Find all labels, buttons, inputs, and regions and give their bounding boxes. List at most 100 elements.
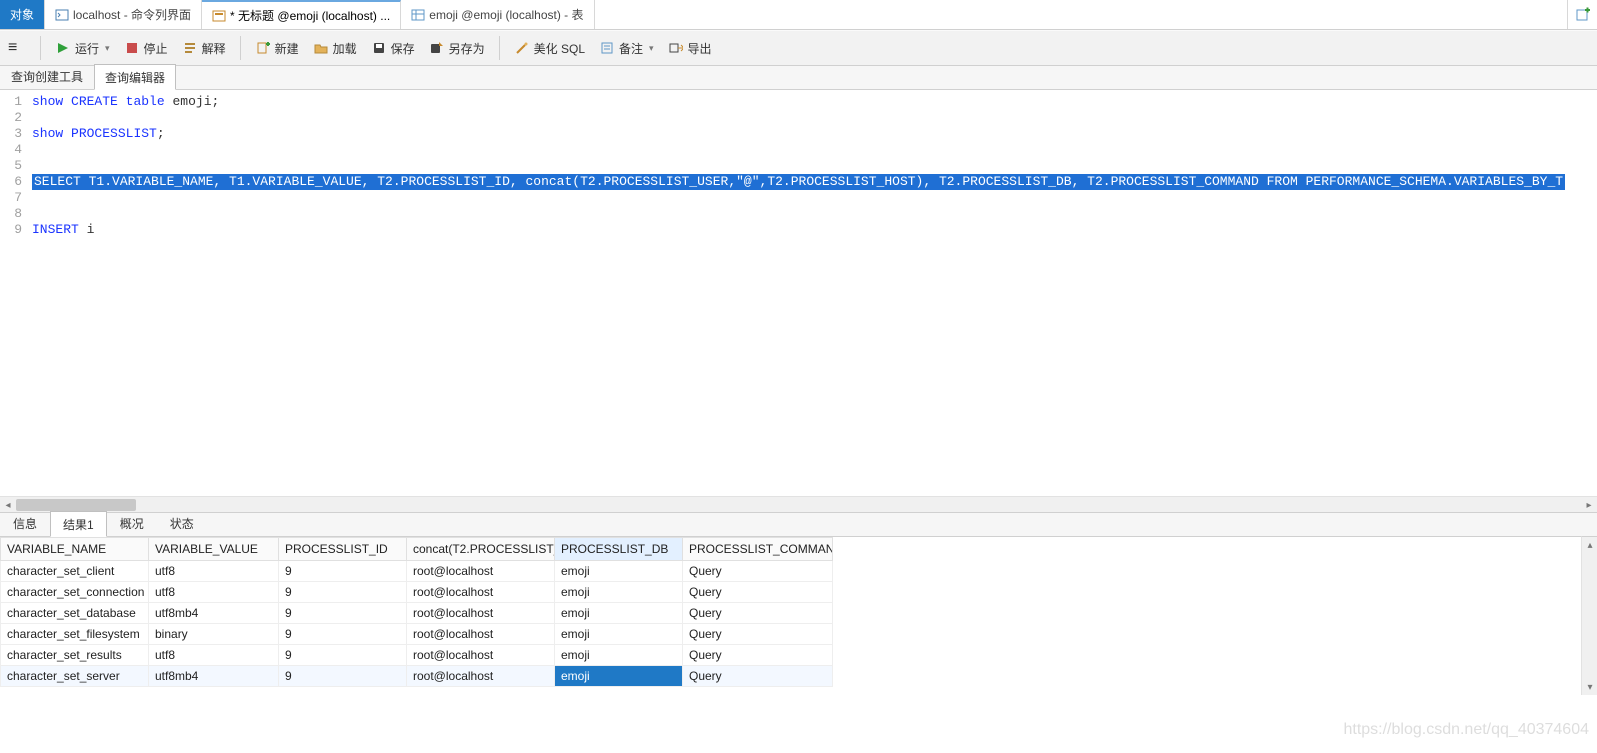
table-cell[interactable]: character_set_client (1, 561, 149, 582)
column-header[interactable]: PROCESSLIST_ID (279, 538, 407, 561)
column-header[interactable]: VARIABLE_VALUE (149, 538, 279, 561)
table-cell[interactable]: 9 (279, 666, 407, 687)
new-button[interactable]: 新建 (249, 37, 305, 60)
table-cell[interactable]: Query (683, 603, 833, 624)
load-button[interactable]: 加载 (307, 37, 363, 60)
table-cell[interactable]: character_set_connection (1, 582, 149, 603)
save-as-button[interactable]: 另存为 (423, 37, 491, 60)
stop-icon (124, 40, 140, 56)
table-cell[interactable]: 9 (279, 603, 407, 624)
save-button[interactable]: 保存 (365, 37, 421, 60)
scroll-left-arrow-icon[interactable]: ◂ (0, 497, 16, 513)
table-cell[interactable]: root@localhost (407, 624, 555, 645)
table-row[interactable]: character_set_serverutf8mb49root@localho… (1, 666, 833, 687)
tab-table-label: emoji @emoji (localhost) - 表 (429, 6, 583, 23)
table-cell[interactable]: root@localhost (407, 582, 555, 603)
result-tab-profile[interactable]: 概况 (107, 510, 157, 536)
code-line[interactable]: SELECT T1.VARIABLE_NAME, T1.VARIABLE_VAL… (32, 174, 1597, 190)
table-cell[interactable]: 9 (279, 561, 407, 582)
toolbar-separator (40, 36, 41, 60)
play-icon (55, 40, 71, 56)
table-cell[interactable]: emoji (555, 666, 683, 687)
scroll-down-arrow-icon[interactable]: ▾ (1582, 679, 1597, 695)
table-cell[interactable]: binary (149, 624, 279, 645)
tab-table[interactable]: emoji @emoji (localhost) - 表 (401, 0, 594, 29)
column-header[interactable]: PROCESSLIST_COMMAND (683, 538, 833, 561)
table-cell[interactable]: character_set_database (1, 603, 149, 624)
result-vertical-scrollbar[interactable]: ▴ ▾ (1581, 536, 1597, 695)
table-cell[interactable]: root@localhost (407, 603, 555, 624)
table-row[interactable]: character_set_filesystembinary9root@loca… (1, 624, 833, 645)
table-cell[interactable]: Query (683, 561, 833, 582)
table-cell[interactable]: 9 (279, 645, 407, 666)
table-cell[interactable]: utf8 (149, 645, 279, 666)
table-cell[interactable]: root@localhost (407, 666, 555, 687)
table-cell[interactable]: utf8 (149, 582, 279, 603)
table-cell[interactable]: Query (683, 624, 833, 645)
explain-label: 解释 (202, 40, 226, 57)
column-header[interactable]: concat(T2.PROCESSLIST_U (407, 538, 555, 561)
explain-button[interactable]: 解释 (176, 37, 232, 60)
column-header[interactable]: VARIABLE_NAME (1, 538, 149, 561)
tab-query[interactable]: * 无标题 @emoji (localhost) ... (202, 0, 401, 29)
table-cell[interactable]: Query (683, 582, 833, 603)
code-line[interactable] (32, 190, 1597, 206)
table-cell[interactable]: emoji (555, 603, 683, 624)
table-cell[interactable]: emoji (555, 582, 683, 603)
result-tab-result1[interactable]: 结果1 (50, 511, 107, 537)
result-table[interactable]: VARIABLE_NAMEVARIABLE_VALUEPROCESSLIST_I… (0, 537, 833, 687)
scroll-thumb[interactable] (16, 499, 136, 511)
table-row[interactable]: character_set_connectionutf89root@localh… (1, 582, 833, 603)
scroll-up-arrow-icon[interactable]: ▴ (1582, 537, 1597, 553)
table-row[interactable]: character_set_databaseutf8mb49root@local… (1, 603, 833, 624)
table-cell[interactable]: emoji (555, 561, 683, 582)
result-tab-info[interactable]: 信息 (0, 510, 50, 536)
table-row[interactable]: character_set_clientutf89root@localhoste… (1, 561, 833, 582)
table-cell[interactable]: emoji (555, 645, 683, 666)
code-line[interactable] (32, 142, 1597, 158)
table-cell[interactable]: emoji (555, 624, 683, 645)
subtab-query-editor[interactable]: 查询编辑器 (94, 64, 176, 90)
tab-cmdline[interactable]: localhost - 命令列界面 (45, 0, 202, 29)
stop-label: 停止 (144, 40, 168, 57)
result-tab-status[interactable]: 状态 (157, 510, 207, 536)
gutter-line-number: 3 (0, 126, 22, 142)
editor-horizontal-scrollbar[interactable]: ◂ ▸ (0, 496, 1597, 512)
tab-objects[interactable]: 对象 (0, 0, 45, 29)
table-row[interactable]: character_set_resultsutf89root@localhost… (1, 645, 833, 666)
tabstrip-add-icon[interactable] (1567, 0, 1597, 29)
export-button[interactable]: 导出 (662, 37, 718, 60)
code-line[interactable] (32, 110, 1597, 126)
code-line[interactable]: INSERT i (32, 222, 1597, 238)
editor-code-area[interactable]: show CREATE table emoji; show PROCESSLIST… (28, 90, 1597, 496)
code-line[interactable] (32, 158, 1597, 174)
sql-editor[interactable]: 123456789 show CREATE table emoji;show P… (0, 90, 1597, 496)
column-header[interactable]: PROCESSLIST_DB (555, 538, 683, 561)
menu-button[interactable]: ≡ (4, 39, 32, 57)
table-cell[interactable]: root@localhost (407, 561, 555, 582)
result-grid[interactable]: VARIABLE_NAMEVARIABLE_VALUEPROCESSLIST_I… (0, 536, 1581, 695)
table-cell[interactable]: utf8mb4 (149, 603, 279, 624)
table-cell[interactable]: character_set_filesystem (1, 624, 149, 645)
table-cell[interactable]: 9 (279, 624, 407, 645)
code-line[interactable] (32, 206, 1597, 222)
table-cell[interactable]: character_set_results (1, 645, 149, 666)
notes-button[interactable]: 备注 ▾ (593, 37, 660, 60)
run-button[interactable]: 运行 ▾ (49, 37, 116, 60)
table-cell[interactable]: 9 (279, 582, 407, 603)
table-cell[interactable]: utf8mb4 (149, 666, 279, 687)
code-line[interactable]: show PROCESSLIST; (32, 126, 1597, 142)
table-cell[interactable]: Query (683, 645, 833, 666)
table-cell[interactable]: character_set_server (1, 666, 149, 687)
chevron-down-icon: ▾ (105, 43, 110, 54)
table-cell[interactable]: Query (683, 666, 833, 687)
beautify-button[interactable]: 美化 SQL (508, 37, 591, 60)
save-as-label: 另存为 (449, 40, 485, 57)
code-line[interactable]: show CREATE table emoji; (32, 94, 1597, 110)
stop-button[interactable]: 停止 (118, 37, 174, 60)
subtab-query-builder[interactable]: 查询创建工具 (0, 63, 94, 89)
scroll-right-arrow-icon[interactable]: ▸ (1581, 497, 1597, 513)
table-cell[interactable]: root@localhost (407, 645, 555, 666)
gutter-line-number: 9 (0, 222, 22, 238)
table-cell[interactable]: utf8 (149, 561, 279, 582)
